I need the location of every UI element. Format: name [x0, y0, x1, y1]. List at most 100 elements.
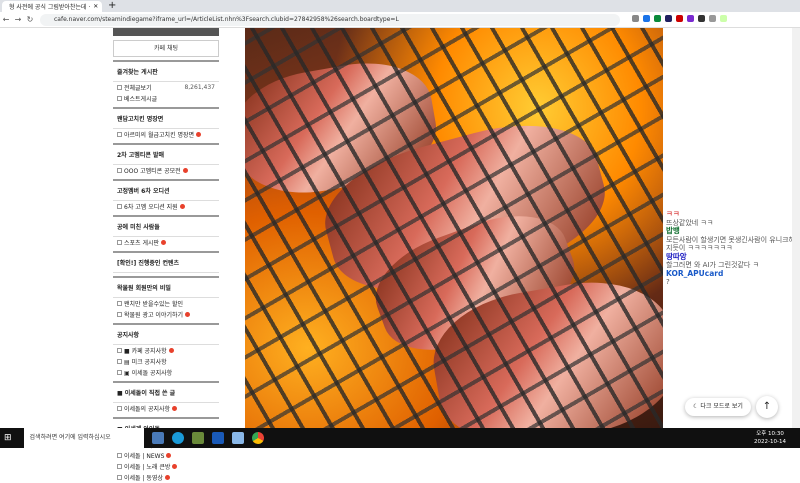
board-label: ▣ 이세돌 공지사항	[124, 370, 173, 377]
section-title[interactable]: 공에 미친 사람들	[113, 217, 219, 237]
board-item[interactable]: 이세돌 | 노래 큰방	[113, 461, 219, 472]
extension-icon[interactable]	[676, 15, 683, 22]
avatar[interactable]	[720, 15, 727, 22]
board-icon	[117, 96, 122, 101]
board-item[interactable]: 이세돌의 공지사항	[113, 403, 219, 414]
chat-nickname[interactable]: 땅따앙	[666, 252, 796, 262]
board-item[interactable]: 아르미의 월급고치킨 명장면	[113, 129, 219, 140]
board-icon	[117, 359, 122, 364]
board-item[interactable]: ▤ 미크 공지사항	[113, 356, 219, 367]
close-icon[interactable]: ✕	[93, 3, 98, 10]
extension-icon[interactable]	[643, 15, 650, 22]
share-icon[interactable]	[632, 15, 639, 22]
section-title[interactable]: 왠담고치킨 명장면	[113, 109, 219, 129]
new-tab-button[interactable]: +	[108, 0, 116, 11]
board-label: 왠치만 받을수있는 할인	[124, 301, 184, 308]
tab-bar: 형 사전에 공식 그림받아찬는데 · ✕ +	[0, 0, 800, 12]
back-icon[interactable]: ←	[0, 15, 12, 24]
write-button[interactable]	[113, 28, 219, 36]
browser-tab[interactable]: 형 사전에 공식 그림받아찬는데 · ✕	[2, 1, 102, 12]
board-icon	[117, 132, 122, 137]
board-section: 고정멤버 6차 오디션 6차 고멤 오디션 지원	[113, 179, 219, 212]
chat-message: 땅따앙 할그러면 와 AI가 그린것같다 ㅋ	[666, 252, 796, 270]
chat-nickname[interactable]: KOR_APUcard	[666, 269, 796, 279]
windows-start-icon[interactable]: ⊞	[4, 433, 12, 443]
extensions	[632, 15, 727, 22]
clock[interactable]: 오후 10:30 2022-10-14	[754, 430, 786, 446]
board-section: ■ 이세계 아이돌😍 이세돌 | 자유게시판이세돌 | NEWS이세돌 | 노래…	[113, 417, 219, 483]
grill	[245, 28, 663, 428]
date: 2022-10-14	[754, 439, 786, 445]
minecraft-icon[interactable]	[191, 432, 204, 444]
board-item[interactable]: OOO 고멤티콘 공모전	[113, 165, 219, 176]
chat-text: 모든사람이 할생기면 못생긴사람이 유니크해지듯이 ㅋㅋㅋㅋㅋㅋㅋ	[666, 235, 796, 253]
chat-text: ?	[666, 278, 670, 286]
board-icon	[117, 464, 122, 469]
chat-message: 밥뱅 모든사람이 할생기면 못생긴사람이 유니크해지듯이 ㅋㅋㅋㅋㅋㅋㅋ	[666, 226, 796, 253]
app-icon[interactable]	[231, 432, 244, 444]
new-badge-icon	[166, 453, 172, 458]
url-input[interactable]: cafe.naver.com/steamindiegame?iframe_url…	[40, 14, 620, 26]
board-item[interactable]: ■ 카페 공지사항	[113, 345, 219, 356]
cafe-chat-button[interactable]: 카페 채팅	[113, 40, 219, 57]
app-icon[interactable]	[211, 432, 224, 444]
chat-text: 뜨상같았네 ㅋㅋ	[666, 218, 714, 227]
new-badge-icon	[185, 312, 191, 317]
chat-nickname[interactable]: ㅋㅋ	[666, 209, 796, 219]
new-badge-icon	[179, 204, 185, 209]
section-title[interactable]: 즐겨찾는 게시판	[113, 62, 219, 82]
board-icon	[117, 240, 122, 245]
board-item[interactable]: 베스트게시글	[113, 93, 219, 104]
taskbar-search[interactable]: 검색하려면 여기에 입력하십시오	[23, 428, 144, 448]
board-label: 왁물원 광고 이야기하기	[124, 312, 184, 319]
section-title[interactable]: ■ 이세돌이 직접 쓴 글	[113, 383, 219, 403]
section-title[interactable]: 왁물원 회원만의 비밀	[113, 278, 219, 298]
new-badge-icon	[182, 168, 188, 173]
chat-message: ㅋㅋ 뜨상같았네 ㅋㅋ	[666, 209, 796, 227]
board-icon	[117, 453, 122, 458]
game-icon[interactable]	[151, 432, 164, 444]
section-title[interactable]: [확인!] 진행중인 컨텐츠	[113, 253, 219, 273]
board-label: 베스트게시글	[124, 96, 158, 103]
board-icon	[117, 348, 122, 353]
board-item[interactable]: 왁물원 광고 이야기하기	[113, 309, 219, 320]
reload-icon[interactable]: ↻	[24, 15, 36, 24]
board-section: 공지사항 ■ 카페 공지사항 ▤ 미크 공지사항 ▣ 이세돌 공지사항	[113, 323, 219, 378]
board-item[interactable]: 스포츠 게시판	[113, 237, 219, 248]
board-icon	[117, 85, 122, 90]
board-label: OOO 고멤티콘 공모전	[124, 168, 181, 175]
time: 오후 10:30	[756, 431, 784, 437]
new-badge-icon	[168, 348, 174, 353]
board-icon	[117, 312, 122, 317]
section-title[interactable]: 공지사항	[113, 325, 219, 345]
board-item[interactable]: 6차 고멤 오디션 지원	[113, 201, 219, 212]
new-badge-icon	[196, 132, 202, 137]
extension-icon[interactable]	[665, 15, 672, 22]
chat-panel: ㅋㅋ 뜨상같았네 ㅋㅋ 밥뱅 모든사람이 할생기면 못생긴사람이 유니크해지듯이 ㅋㅋ…	[666, 209, 796, 287]
board-item[interactable]: 전체글보기 8,261,437	[113, 82, 219, 93]
extension-icon[interactable]	[687, 15, 694, 22]
board-label: 이세돌 | NEWS	[124, 453, 165, 460]
board-section: 왠담고치킨 명장면 아르미의 월급고치킨 명장면	[113, 107, 219, 140]
section-title[interactable]: 고정멤버 6차 오디션	[113, 181, 219, 201]
board-item[interactable]: 이세돌 | 동영상	[113, 472, 219, 483]
taskbar: ⊞ 검색하려면 여기에 입력하십시오 오후 10:30 2022-10-14	[0, 428, 800, 448]
dark-mode-button[interactable]: ☾ 다크 모드로 보기	[685, 398, 751, 416]
board-item[interactable]: ▣ 이세돌 공지사항	[113, 367, 219, 378]
scroll-top-button[interactable]: ↑	[756, 396, 778, 418]
chat-nickname[interactable]: 밥뱅	[666, 226, 796, 236]
extension-icon[interactable]	[654, 15, 661, 22]
chat-message: KOR_APUcard?	[666, 269, 796, 287]
section-title[interactable]: 2차 고멤티콘 발매	[113, 145, 219, 165]
extension-icon[interactable]	[698, 15, 705, 22]
new-badge-icon	[164, 475, 170, 480]
board-item[interactable]: 왠치만 받을수있는 할인	[113, 298, 219, 309]
board-section: [확인!] 진행중인 컨텐츠	[113, 251, 219, 273]
article-image	[245, 28, 663, 428]
board-item[interactable]: 이세돌 | NEWS	[113, 450, 219, 461]
forward-icon[interactable]: →	[12, 15, 24, 24]
edge-icon[interactable]	[171, 432, 184, 444]
scrollbar[interactable]	[792, 28, 800, 428]
chrome-icon[interactable]	[251, 432, 264, 444]
puzzle-icon[interactable]	[709, 15, 716, 22]
